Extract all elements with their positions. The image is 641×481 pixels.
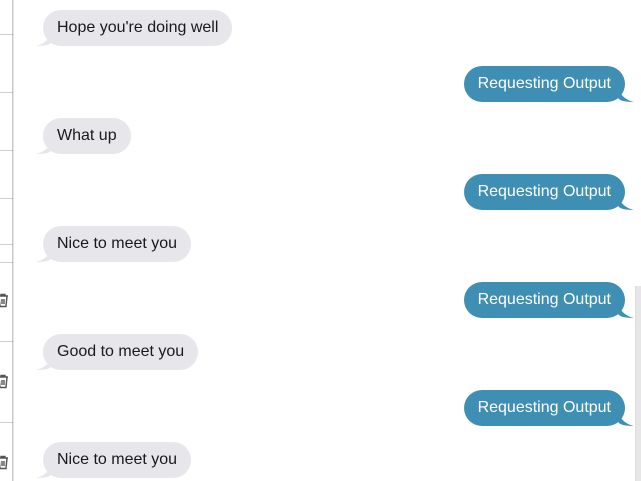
message-text: Requesting Output [477, 399, 611, 416]
bubble-tail [618, 194, 634, 210]
message-text: Good to meet you [57, 343, 185, 360]
outgoing-message: Requesting Output [463, 66, 634, 102]
incoming-message: What up [36, 118, 131, 154]
trash-icon[interactable] [0, 454, 10, 470]
message-list[interactable]: Hope you're doing well Requesting Output… [14, 0, 641, 481]
message-text: Requesting Output [477, 183, 611, 200]
bubble-tail [618, 410, 634, 426]
trash-icon[interactable] [0, 292, 10, 308]
incoming-message: Nice to meet you [36, 226, 192, 262]
bubble-tail [36, 246, 52, 262]
bubble-tail [36, 138, 52, 154]
message-text: What up [57, 127, 117, 144]
chat-window: Hope you're doing well Requesting Output… [0, 0, 641, 481]
outgoing-message: Requesting Output [463, 174, 634, 210]
bubble-tail [36, 354, 52, 370]
message-text: Requesting Output [477, 291, 611, 308]
message-text: Hope you're doing well [57, 19, 219, 36]
bubble-tail [36, 30, 52, 46]
incoming-message: Nice to meet you [36, 442, 192, 478]
scrollbar[interactable] [635, 0, 641, 481]
message-text: Nice to meet you [57, 235, 178, 252]
scrollbar-thumb[interactable] [635, 286, 641, 481]
bubble-tail [618, 302, 634, 318]
message-text: Nice to meet you [57, 451, 178, 468]
bubble-tail [36, 462, 52, 478]
incoming-message: Hope you're doing well [36, 10, 233, 46]
message-text: Requesting Output [477, 75, 611, 92]
trash-icon[interactable] [0, 373, 10, 389]
outgoing-message: Requesting Output [463, 282, 634, 318]
bubble-tail [618, 86, 634, 102]
incoming-message: Good to meet you [36, 334, 199, 370]
outgoing-message: Requesting Output [463, 390, 634, 426]
